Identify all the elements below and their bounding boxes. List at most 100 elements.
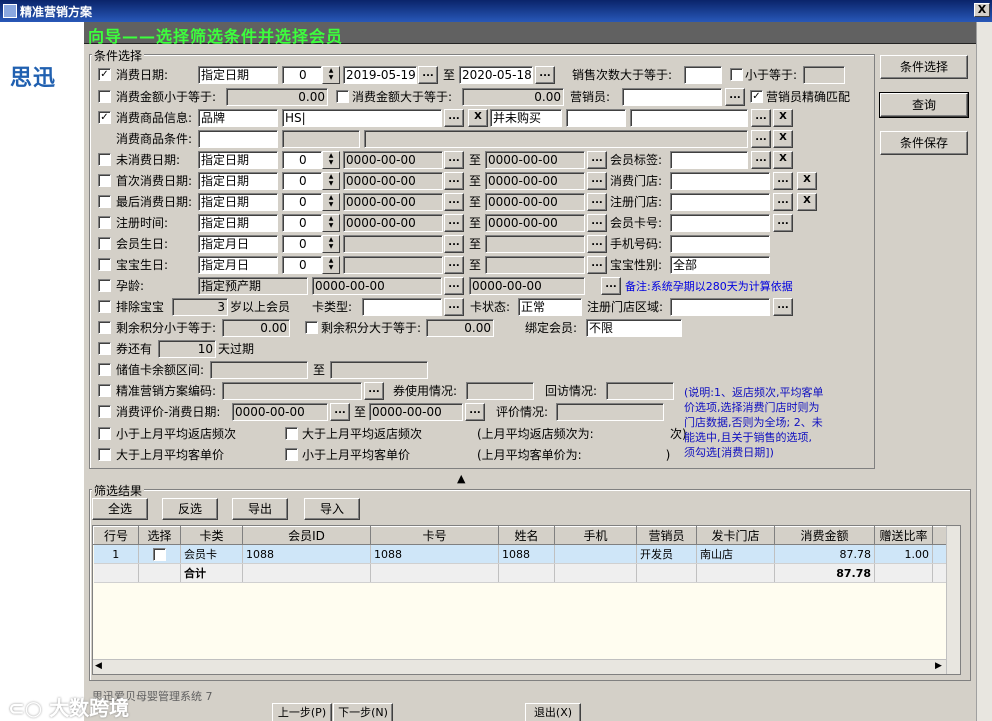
- consume-date-spinner[interactable]: ▲ ▼: [322, 66, 340, 84]
- first-consume-from[interactable]: 0000-00-00: [343, 172, 443, 190]
- stored-value-checkbox[interactable]: [98, 363, 111, 376]
- col-header[interactable]: 姓名: [498, 526, 555, 545]
- first-consume-mode[interactable]: 指定日期: [198, 172, 278, 190]
- baby-bday-spinner[interactable]: ▲ ▼: [322, 256, 340, 274]
- baby-bday-checkbox[interactable]: [98, 258, 111, 271]
- member-bday-from[interactable]: [343, 235, 443, 253]
- member-tag-clear[interactable]: X: [773, 151, 793, 169]
- revisit-input[interactable]: [606, 382, 674, 400]
- window-scrollbar[interactable]: [976, 22, 992, 721]
- last-consume-from[interactable]: 0000-00-00: [343, 193, 443, 211]
- goods-cond-input-3[interactable]: [364, 130, 748, 148]
- coupon-expire-days[interactable]: 10: [158, 340, 216, 358]
- col-header[interactable]: 选择: [138, 526, 181, 545]
- reg-time-n[interactable]: 0: [282, 214, 322, 232]
- pregnancy-from-picker[interactable]: ...: [444, 277, 464, 295]
- member-tag-input[interactable]: [670, 151, 748, 169]
- col-header[interactable]: 行号: [93, 526, 139, 545]
- points-gt-checkbox[interactable]: [305, 321, 318, 334]
- phone-input[interactable]: [670, 235, 770, 253]
- last-consume-from-picker[interactable]: ...: [444, 193, 464, 211]
- not-consume-from-picker[interactable]: ...: [444, 151, 464, 169]
- reg-time-from-picker[interactable]: ...: [444, 214, 464, 232]
- row-select-checkbox[interactable]: [153, 547, 166, 561]
- not-consume-from[interactable]: 0000-00-00: [343, 151, 443, 169]
- review-to-picker[interactable]: ...: [465, 403, 485, 421]
- export-button[interactable]: 导出: [232, 498, 288, 520]
- baby-bday-to-picker[interactable]: ...: [587, 256, 607, 274]
- last-consume-spinner[interactable]: ▲ ▼: [322, 193, 340, 211]
- consume-date-checkbox[interactable]: ✓: [98, 68, 111, 81]
- plan-code-input[interactable]: [222, 382, 362, 400]
- reg-region-input[interactable]: [670, 298, 770, 316]
- points-lt-checkbox[interactable]: [98, 321, 111, 334]
- not-consume-to-picker[interactable]: ...: [587, 151, 607, 169]
- points-gt-input[interactable]: 0.00: [426, 319, 494, 337]
- consume-date-to-picker[interactable]: ...: [535, 66, 555, 84]
- goods-info-checkbox[interactable]: ✓: [98, 111, 111, 124]
- invert-selection-button[interactable]: 反选: [162, 498, 218, 520]
- review-to[interactable]: 0000-00-00: [369, 403, 463, 421]
- exclude-baby-checkbox[interactable]: [98, 300, 111, 313]
- last-consume-to-picker[interactable]: ...: [587, 193, 607, 211]
- col-header[interactable]: 卡号: [370, 526, 499, 545]
- first-consume-n[interactable]: 0: [282, 172, 322, 190]
- select-all-button[interactable]: 全选: [92, 498, 148, 520]
- exclude-baby-age[interactable]: 3: [172, 298, 228, 316]
- card-type-picker[interactable]: ...: [444, 298, 464, 316]
- review-from[interactable]: 0000-00-00: [232, 403, 328, 421]
- results-table[interactable]: 行号 选择 卡类 会员ID 卡号 姓名 手机 营销员 发卡门店 消费金额 赠送比…: [92, 525, 961, 675]
- reg-store-picker[interactable]: ...: [773, 193, 793, 211]
- col-header[interactable]: 赠送比率: [874, 526, 933, 545]
- not-consume-n[interactable]: 0: [282, 151, 322, 169]
- first-consume-to[interactable]: 0000-00-00: [485, 172, 585, 190]
- not-consume-checkbox[interactable]: [98, 153, 111, 166]
- col-header[interactable]: 会员ID: [242, 526, 371, 545]
- baby-bday-from-picker[interactable]: ...: [444, 256, 464, 274]
- table-hscroll[interactable]: ◀ ▶: [93, 659, 946, 674]
- amount-gt-input[interactable]: 0.00: [462, 88, 564, 106]
- member-bday-from-picker[interactable]: ...: [444, 235, 464, 253]
- amount-lt-checkbox[interactable]: [98, 90, 111, 103]
- not-consume-to[interactable]: 0000-00-00: [485, 151, 585, 169]
- amount-lt-input[interactable]: 0.00: [226, 88, 328, 106]
- pregnancy-mode[interactable]: 指定预产期: [198, 277, 308, 295]
- table-vscroll[interactable]: [946, 526, 960, 674]
- pregnancy-to-picker[interactable]: ...: [601, 277, 621, 295]
- reg-time-from[interactable]: 0000-00-00: [343, 214, 443, 232]
- member-bday-to[interactable]: [485, 235, 585, 253]
- coupon-expire-checkbox[interactable]: [98, 342, 111, 355]
- baby-bday-mode[interactable]: 指定月日: [198, 256, 278, 274]
- goods-info-clear[interactable]: X: [468, 109, 488, 127]
- goods-extra-clear[interactable]: X: [773, 109, 793, 127]
- goods-cond-input-1[interactable]: [198, 130, 278, 148]
- baby-gender-select[interactable]: 全部: [670, 256, 770, 274]
- bind-member-select[interactable]: 不限: [586, 319, 682, 337]
- consume-date-from-picker[interactable]: ...: [418, 66, 438, 84]
- review-checkbox[interactable]: [98, 405, 111, 418]
- table-row[interactable]: 1 会员卡 1088 1088 1088 开发员 南山店 87.78 1.00: [93, 544, 960, 564]
- reg-time-mode[interactable]: 指定日期: [198, 214, 278, 232]
- not-consume-mode[interactable]: 指定日期: [198, 151, 278, 169]
- consume-date-mode[interactable]: 指定日期: [198, 66, 278, 84]
- card-status-select[interactable]: 正常: [518, 298, 582, 316]
- import-button[interactable]: 导入: [304, 498, 360, 520]
- baby-bday-to[interactable]: [485, 256, 585, 274]
- stored-value-from[interactable]: [210, 361, 308, 379]
- member-bday-mode[interactable]: 指定月日: [198, 235, 278, 253]
- salesperson-input[interactable]: [622, 88, 722, 106]
- scroll-right-icon[interactable]: ▶: [935, 661, 942, 671]
- last-consume-to[interactable]: 0000-00-00: [485, 193, 585, 211]
- member-bday-to-picker[interactable]: ...: [587, 235, 607, 253]
- card-no-picker[interactable]: ...: [773, 214, 793, 232]
- reg-store-clear[interactable]: X: [797, 193, 817, 211]
- reg-region-picker[interactable]: ...: [773, 298, 793, 316]
- salesperson-picker[interactable]: ...: [725, 88, 745, 106]
- reg-time-spinner[interactable]: ▲ ▼: [322, 214, 340, 232]
- member-bday-n[interactable]: 0: [282, 235, 322, 253]
- salesperson-exact-checkbox[interactable]: ✓: [750, 90, 763, 103]
- price-lt-checkbox[interactable]: [285, 448, 298, 461]
- stored-value-to[interactable]: [330, 361, 428, 379]
- consume-date-from[interactable]: 2019-05-19: [343, 66, 417, 84]
- prev-button[interactable]: 上一步(P): [272, 703, 332, 721]
